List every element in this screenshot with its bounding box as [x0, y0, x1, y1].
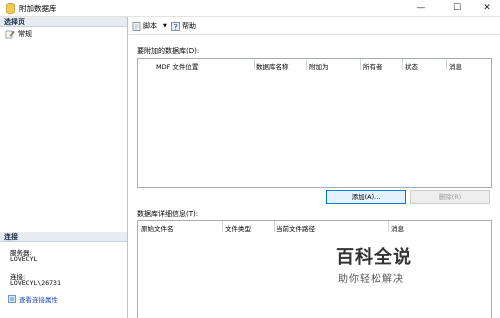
watermark: 百科全说 助你轻松解决: [336, 243, 446, 293]
column-header[interactable]: 消息: [449, 61, 462, 71]
script-label: 脚本: [143, 22, 157, 30]
column-header[interactable]: 消息: [391, 223, 404, 233]
watermark-title: 百科全说: [336, 247, 412, 268]
title-bar: 附加数据库 — ☐ ✕: [0, 0, 500, 17]
column-header[interactable]: 数据库名称: [256, 61, 289, 71]
details-grid-header: 原始文件名 文件类型 当前文件路径 消息: [138, 221, 491, 233]
nav-item-general[interactable]: 常规: [5, 29, 32, 39]
connection-value: LOVECYL\26731: [10, 279, 61, 287]
column-divider[interactable]: [388, 221, 389, 232]
help-label: 帮助: [182, 22, 196, 30]
view-connection-properties-link[interactable]: 查看连接属性: [8, 294, 58, 304]
databases-grid-header: MDF 文件位置 数据库名称 附加为 所有者 状态 消息: [138, 59, 491, 71]
column-divider[interactable]: [222, 221, 223, 232]
script-icon: [132, 21, 141, 31]
column-header[interactable]: MDF 文件位置: [156, 61, 198, 71]
watermark-subtitle: 助你轻松解决: [338, 274, 404, 285]
maximize-button[interactable]: ☐: [444, 0, 470, 16]
remove-button[interactable]: 删除(R): [410, 190, 490, 204]
help-icon: [171, 21, 180, 31]
column-header[interactable]: 原始文件名: [141, 223, 174, 233]
close-button[interactable]: ✕: [474, 0, 500, 16]
view-properties-label: 查看连接属性: [19, 296, 58, 304]
database-details-label: 数据库详细信息(T):: [137, 210, 199, 218]
column-header[interactable]: 状态: [405, 61, 418, 71]
column-divider[interactable]: [360, 59, 361, 70]
connection-header: 连接: [0, 232, 127, 242]
window-title: 附加数据库: [19, 4, 57, 13]
column-header[interactable]: 文件类型: [225, 223, 251, 233]
column-divider[interactable]: [254, 59, 255, 70]
column-divider[interactable]: [446, 59, 447, 70]
properties-icon: [8, 295, 16, 303]
help-button[interactable]: 帮助: [171, 21, 196, 31]
database-icon: [6, 3, 15, 14]
nav-item-label: 常规: [18, 30, 32, 38]
column-header[interactable]: 当前文件路径: [276, 223, 315, 233]
script-button[interactable]: 脚本 ▼: [132, 21, 167, 31]
add-button[interactable]: 添加(A)...: [326, 190, 406, 204]
select-page-header: 选择页: [0, 17, 127, 27]
column-header[interactable]: 附加为: [309, 61, 329, 71]
left-pane: 选择页 常规 连接 服务器: LOVECYL 连接: LOVECYL\26731…: [0, 17, 128, 318]
toolbar: 脚本 ▼ 帮助: [129, 17, 500, 35]
wrench-page-icon: [5, 30, 15, 38]
column-divider[interactable]: [274, 221, 275, 232]
minimize-button[interactable]: —: [408, 0, 434, 16]
chevron-down-icon[interactable]: ▼: [163, 23, 167, 29]
server-value: LOVECYL: [10, 255, 38, 263]
column-divider[interactable]: [306, 59, 307, 70]
column-divider[interactable]: [402, 59, 403, 70]
databases-to-attach-label: 要附加的数据库(D):: [137, 47, 200, 55]
databases-grid[interactable]: MDF 文件位置 数据库名称 附加为 所有者 状态 消息: [137, 58, 492, 188]
column-header[interactable]: 所有者: [363, 61, 383, 71]
